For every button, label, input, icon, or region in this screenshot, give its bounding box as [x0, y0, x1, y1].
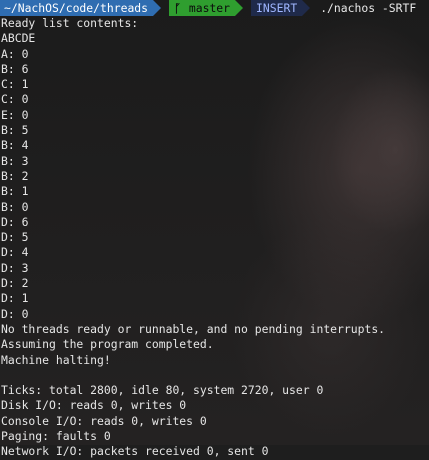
output-line: D: 2 — [1, 276, 29, 291]
prompt-git-segment: ᚵ master — [169, 0, 236, 16]
output-line: Assuming the program completed. — [1, 337, 214, 352]
prompt-separator-arrow — [153, 0, 162, 16]
output-line: Disk I/O: reads 0, writes 0 — [1, 398, 187, 413]
output-line: B: 1 — [1, 184, 29, 199]
output-line: C: 0 — [1, 92, 29, 107]
output-line: D: 0 — [1, 306, 29, 321]
output-line: Ticks: total 2800, idle 80, system 2720,… — [1, 383, 324, 398]
output-line: B: 4 — [1, 138, 29, 153]
output-line: B: 3 — [1, 153, 29, 168]
prompt-vi-mode: INSERT — [251, 0, 303, 16]
prompt-command: ./nachos -SRTF — [320, 1, 417, 15]
terminal-output: Ready list contents: ABCDE A: 0 B: 6 C: … — [0, 16, 429, 460]
shell-prompt: ~/NachOS/code/threads ᚵ master INSERT ./… — [0, 0, 429, 16]
output-line: E: 0 — [1, 107, 29, 122]
output-line: D: 6 — [1, 214, 29, 229]
output-line: B: 6 — [1, 61, 29, 76]
output-line: Paging: faults 0 — [1, 429, 111, 444]
output-line: D: 3 — [1, 260, 29, 275]
output-line: Ready list contents: — [1, 16, 139, 30]
prompt-separator-arrow — [302, 0, 311, 16]
output-line: ABCDE — [1, 31, 36, 46]
output-line: B: 2 — [1, 168, 29, 183]
prompt-separator-arrow — [235, 0, 244, 16]
output-line: D: 1 — [1, 291, 29, 306]
terminal-window[interactable]: ~/NachOS/code/threads ᚵ master INSERT ./… — [0, 0, 429, 458]
output-line: B: 5 — [1, 123, 29, 138]
output-line: Network I/O: packets received 0, sent 0 — [1, 444, 269, 459]
output-line: A: 0 — [1, 46, 29, 61]
output-line: Machine halting! — [1, 352, 111, 367]
git-branch-icon: ᚵ — [174, 1, 181, 15]
output-line: B: 0 — [1, 199, 29, 214]
output-line: No threads ready or runnable, and no pen… — [1, 321, 386, 336]
output-line: Console I/O: reads 0, writes 0 — [1, 413, 207, 428]
output-line: D: 4 — [1, 245, 29, 260]
output-line: D: 5 — [1, 230, 29, 245]
prompt-branch: master — [188, 1, 231, 15]
output-line: C: 1 — [1, 77, 29, 92]
prompt-path: ~/NachOS/code/threads — [0, 0, 154, 16]
